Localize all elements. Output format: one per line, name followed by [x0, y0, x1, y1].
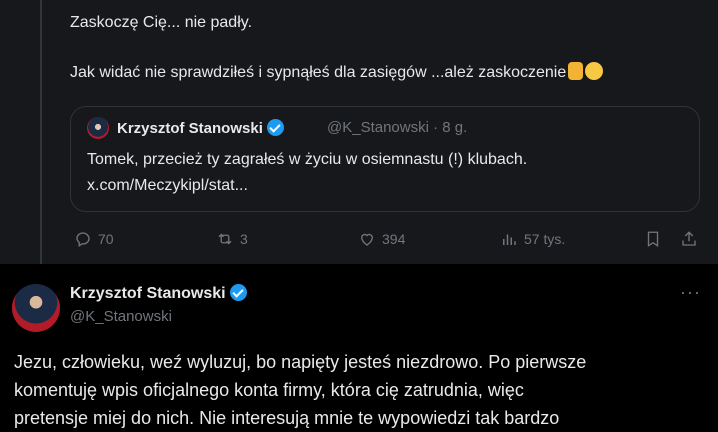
bookmark-icon — [647, 231, 659, 248]
sweat-smile-icon — [585, 62, 604, 80]
views-button[interactable]: 57 tys. — [500, 230, 565, 248]
quoted-author-name-text: Krzysztof Stanowski — [117, 120, 263, 137]
reply-icon — [76, 232, 90, 248]
thumbs-down-icon — [568, 62, 584, 80]
reply-count: 70 — [98, 231, 114, 247]
reply-text-line1: Zaskoczę Cię... nie padły. — [70, 14, 253, 31]
repost-button[interactable]: 3 — [216, 230, 248, 248]
quoted-link[interactable]: x.com/Meczykipl/stat... — [87, 177, 248, 195]
heart-icon — [361, 233, 373, 246]
quoted-reply-tweet[interactable]: Zaskoczę Cię... nie padły. Jak widać nie… — [0, 0, 718, 264]
share-icon — [682, 231, 696, 246]
repost-count: 3 — [240, 231, 248, 247]
author-name[interactable]: Krzysztof Stanowski — [70, 284, 248, 303]
tweet-text-line: komentuję wpis oficjalnego konta firmy, … — [14, 380, 524, 400]
author-avatar[interactable] — [12, 284, 60, 332]
quoted-author-handle-time: @K_Stanowski · 8 g. — [327, 119, 468, 136]
author-handle[interactable]: @K_Stanowski — [70, 308, 172, 325]
reply-button[interactable]: 70 — [74, 230, 114, 248]
quoted-author-name[interactable]: Krzysztof Stanowski — [117, 119, 285, 137]
like-count: 394 — [382, 231, 406, 247]
main-tweet: Krzysztof Stanowski @K_Stanowski ··· Jez… — [0, 264, 718, 429]
repost-icon — [218, 233, 232, 245]
author-name-text: Krzysztof Stanowski — [70, 285, 226, 302]
reply-text-line2-content: Jak widać nie sprawdziłeś i sypnąłeś dla… — [70, 64, 567, 81]
like-button[interactable]: 394 — [358, 230, 405, 248]
views-count: 57 tys. — [524, 231, 566, 247]
tweet-actions-bar: 70 3 394 57 tys. — [0, 230, 718, 252]
quoted-tweet-card[interactable]: Krzysztof Stanowski @K_Stanowski · 8 g. … — [70, 106, 700, 212]
more-options-icon[interactable]: ··· — [680, 282, 701, 303]
tweet-text-line: pretensje miej do nich. Nie interesują m… — [14, 408, 560, 428]
quoted-author-avatar[interactable] — [87, 117, 109, 139]
verified-badge-icon — [230, 284, 248, 301]
verified-badge-icon — [267, 119, 285, 136]
tweet-text-line: Jezu, człowieku, weź wyluzuj, bo napięty… — [14, 352, 587, 372]
tweet-text: Jezu, człowieku, weź wyluzuj, bo napięty… — [14, 348, 714, 432]
bookmark-button[interactable] — [644, 230, 662, 248]
views-chart-icon — [503, 234, 516, 245]
reply-text-line2: Jak widać nie sprawdziłeś i sypnąłeś dla… — [70, 62, 604, 82]
thread-line — [40, 0, 42, 264]
quoted-text-line1: Tomek, przecież ty zagrałeś w życiu w os… — [87, 151, 528, 168]
share-button[interactable] — [680, 230, 698, 248]
